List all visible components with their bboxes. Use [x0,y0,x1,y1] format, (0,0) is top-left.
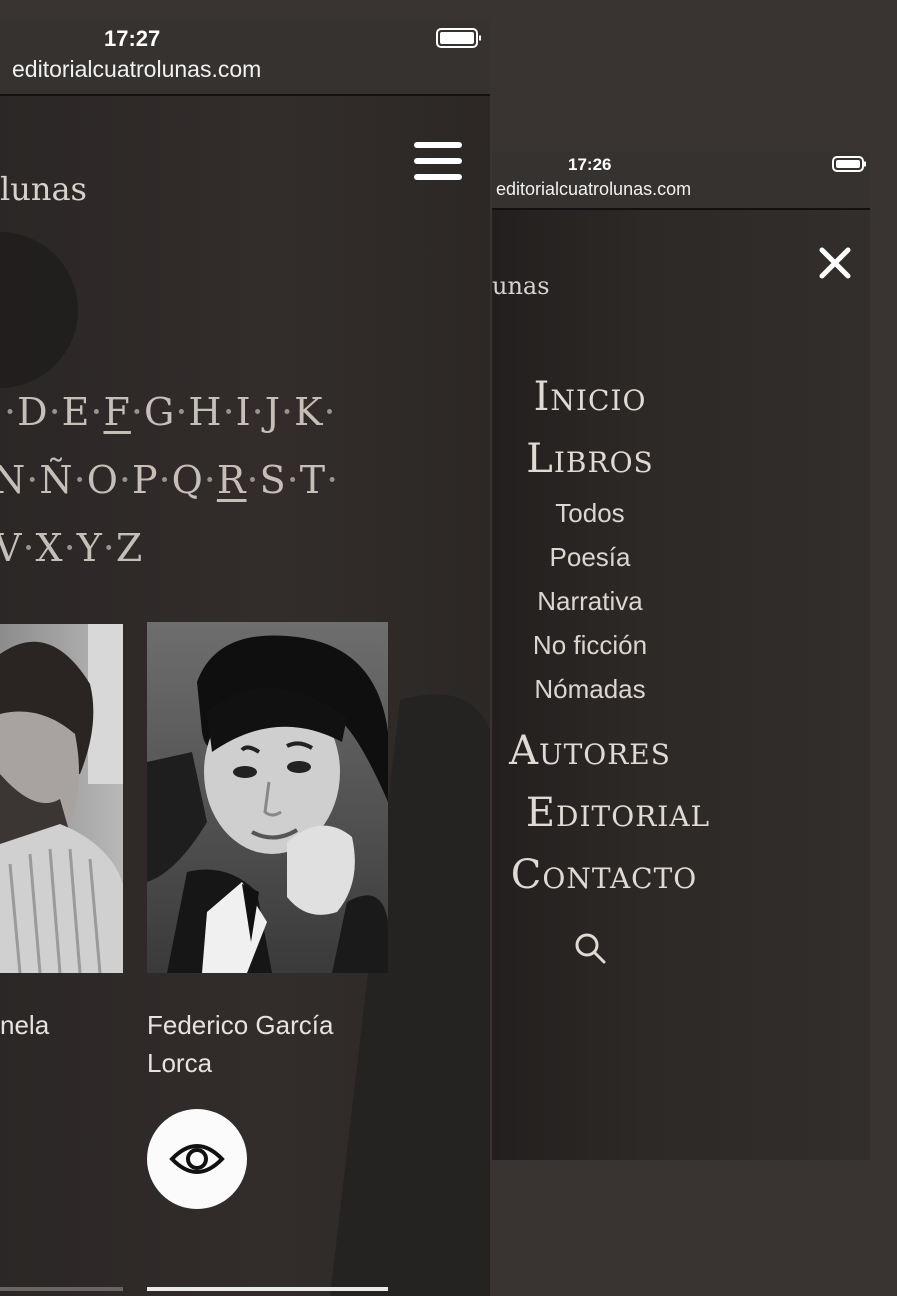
author-photo[interactable] [147,622,388,973]
alphabet-separator: · [118,458,132,502]
alphabet-separator: · [63,526,77,570]
alphabet-letter-k[interactable]: K [294,390,323,434]
alphabet-separator: · [175,390,189,434]
menu-item-contacto[interactable]: Contacto [511,852,697,898]
menu-item-autores[interactable]: Autores [509,728,671,774]
alphabet-letter-ñ[interactable]: Ñ [39,458,73,502]
alphabet-separator: · [22,526,36,570]
alphabet-separator: · [251,390,265,434]
alphabet-separator: · [203,458,217,502]
alphabet-separator: · [26,458,40,502]
left-phone-screen: 17:27 editorialcuatrolunas.com lunas ·D·… [0,20,490,1296]
right-phone-screen: 17:26 editorialcuatrolunas.com unas Inic… [492,152,870,1160]
alphabet-letter-t[interactable]: T [300,458,326,502]
menu-item-editorial[interactable]: Editorial [526,790,710,836]
alphabet-letter-d[interactable]: D [17,390,48,434]
alphabet-separator: · [281,390,295,434]
address-bar-url[interactable]: editorialcuatrolunas.com [12,56,261,83]
alphabet-letter-e[interactable]: E [62,390,91,434]
alphabet-separator: · [90,390,104,434]
alphabet-separator: · [286,458,300,502]
battery-icon [832,156,864,172]
status-bar: 17:27 editorialcuatrolunas.com [0,20,490,96]
alphabet-row: V·X·Y·Z [0,526,143,570]
hamburger-menu-icon[interactable] [414,142,462,180]
alphabet-letter-g[interactable]: G [144,390,175,434]
site-logo[interactable]: unas [492,272,550,300]
divider [147,1287,388,1291]
alphabet-separator: · [222,390,236,434]
alphabet-letter-q[interactable]: Q [172,458,204,502]
alphabet-letter-i[interactable]: I [236,390,252,434]
alphabet-separator: · [102,526,116,570]
menu-item-libros[interactable]: Libros [526,436,653,482]
alphabet-letter-n[interactable]: N [0,458,26,502]
alphabet-row: ·D·E·F·G·H·I·J·K· [4,390,337,434]
author-name[interactable]: Federico García Lorca [147,1006,387,1082]
alphabet-separator: · [48,390,62,434]
alphabet-separator: · [326,458,340,502]
divider [0,1287,123,1291]
alphabet-separator: · [130,390,144,434]
alphabet-letter-z[interactable]: Z [116,526,143,570]
address-bar-url[interactable]: editorialcuatrolunas.com [496,179,691,200]
submenu-item-narrativa[interactable]: Narrativa [537,586,642,617]
search-icon[interactable] [574,932,606,964]
eye-icon[interactable] [147,1109,247,1209]
submenu-item-nomadas[interactable]: Nómadas [534,674,645,705]
alphabet-letter-r[interactable]: R [217,458,247,502]
author-name[interactable]: nela [0,1006,49,1044]
alphabet-letter-p[interactable]: P [132,458,159,502]
status-time: 17:27 [104,26,161,51]
submenu-item-poesia[interactable]: Poesía [550,542,631,573]
alphabet-letter-h[interactable]: H [188,390,222,434]
author-photo[interactable] [0,624,123,973]
alphabet-separator: · [73,458,87,502]
alphabet-letter-j[interactable]: J [265,390,281,434]
menu-item-inicio[interactable]: Inicio [534,374,647,420]
alphabet-letter-f[interactable]: F [104,390,131,434]
submenu-item-no-ficcion[interactable]: No ficción [533,630,647,661]
close-icon[interactable] [818,246,852,280]
alphabet-separator: · [323,390,337,434]
alphabet-letter-x[interactable]: X [36,526,64,570]
status-time: 17:26 [568,155,612,174]
battery-icon [436,28,478,48]
alphabet-separator: · [4,390,18,434]
alphabet-row: N·Ñ·O·P·Q·R·S·T· [0,458,339,502]
alphabet-separator: · [158,458,172,502]
status-bar: 17:26 editorialcuatrolunas.com [492,152,870,210]
site-logo[interactable]: lunas [0,170,87,208]
alphabet-letter-o[interactable]: O [87,458,119,502]
submenu-item-todos[interactable]: Todos [555,498,624,529]
alphabet-separator: · [246,458,260,502]
alphabet-letter-s[interactable]: S [260,458,287,502]
alphabet-letter-y[interactable]: Y [77,526,103,570]
alphabet-letter-v[interactable]: V [0,526,22,570]
